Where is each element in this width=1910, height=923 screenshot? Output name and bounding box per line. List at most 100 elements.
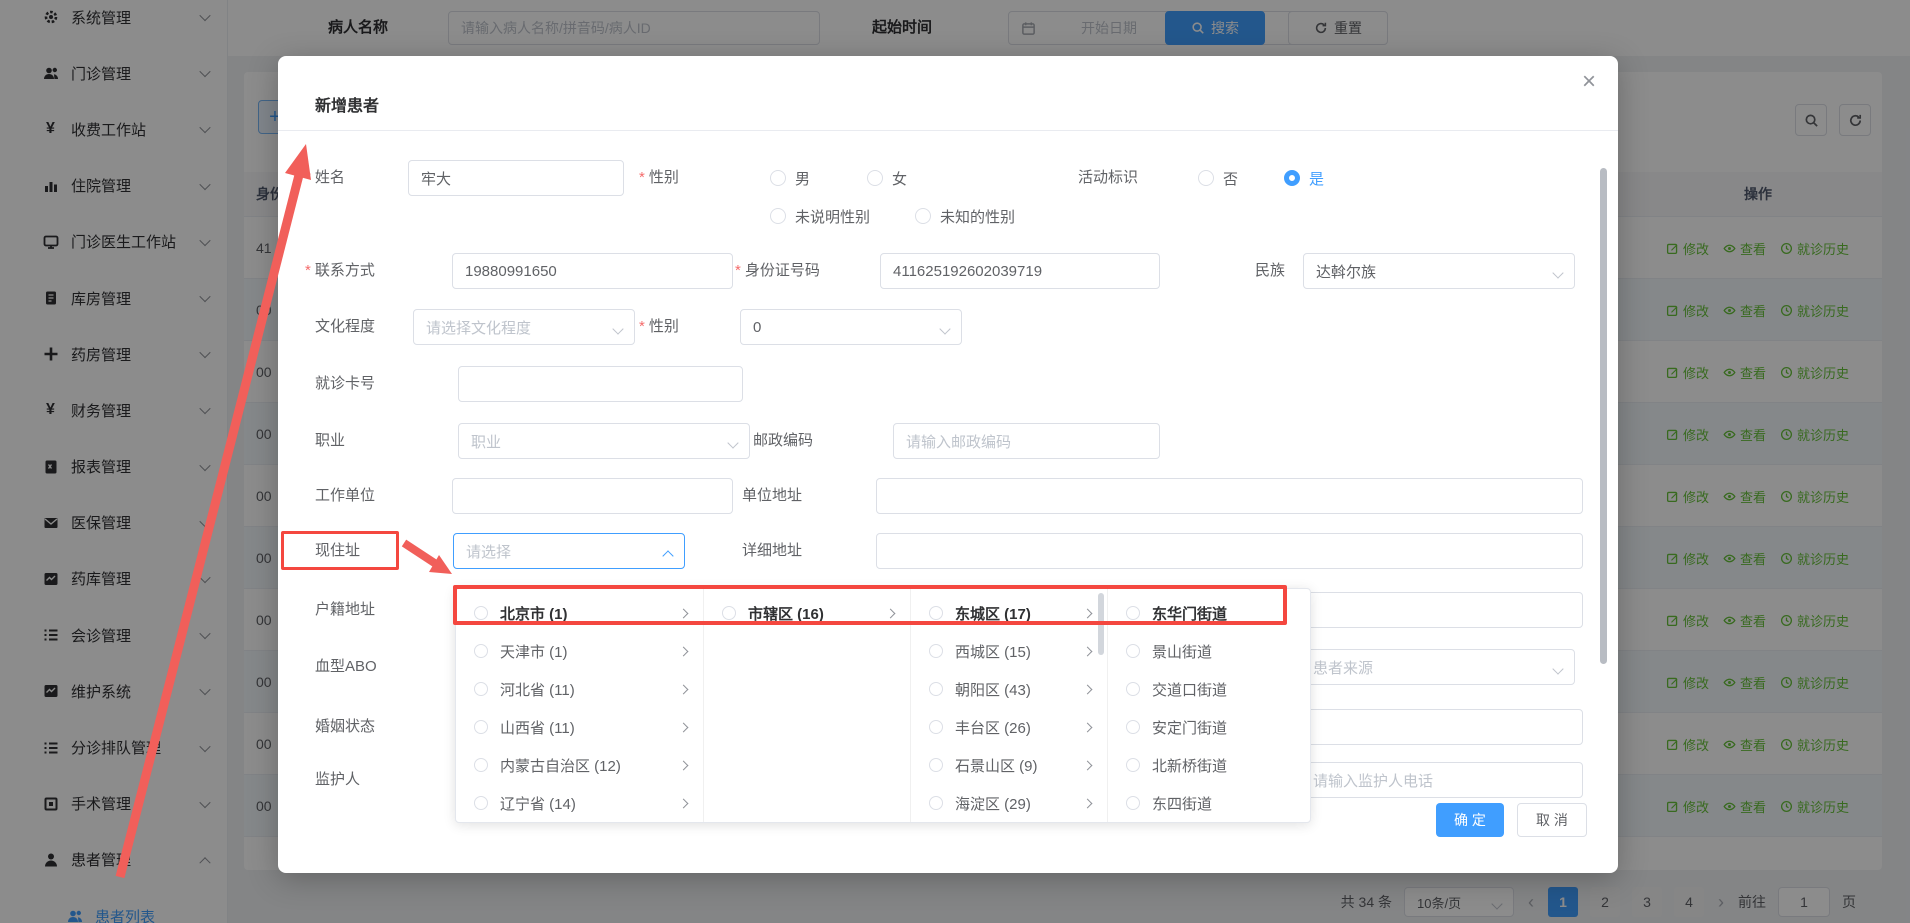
marital-status-label: 婚姻状态 <box>315 709 375 745</box>
radio-icon <box>929 644 943 658</box>
cascader-option[interactable]: 北新桥街道 <box>1108 746 1311 784</box>
gender-unknown-radio[interactable]: 未知的性别 <box>915 198 1015 234</box>
work-unit-label: 工作单位 <box>315 478 375 514</box>
patient-management-screen: 系统管理 门诊管理 ¥ 收费工作站 住院管理 门诊医生工作站 <box>0 0 1910 923</box>
radio-icon <box>1126 644 1140 658</box>
current-address-label: 现住址 <box>315 533 360 569</box>
dialog-scrollbar[interactable] <box>1600 168 1607 664</box>
cascader-option[interactable]: 辽宁省 (14) <box>456 784 703 822</box>
radio-icon <box>867 170 883 186</box>
radio-icon <box>929 606 943 620</box>
radio-icon <box>1126 682 1140 696</box>
cascader-option[interactable]: 山西省 (11) <box>456 708 703 746</box>
patient-source-select[interactable]: 患者来源 <box>1300 649 1575 685</box>
chevron-right-icon <box>1083 761 1093 771</box>
occupation-select[interactable]: 职业 <box>458 423 750 459</box>
cascader-option[interactable]: 景山街道 <box>1108 632 1311 670</box>
chevron-right-icon <box>1083 799 1093 809</box>
household-address-label: 户籍地址 <box>315 592 375 628</box>
occupation-label: 职业 <box>315 423 345 459</box>
radio-icon <box>929 796 943 810</box>
cascader-option[interactable]: 西城区 (15) <box>911 632 1107 670</box>
chevron-down-icon <box>612 323 623 334</box>
dialog-title: 新增患者 <box>315 92 379 116</box>
marital-right-input[interactable] <box>1300 709 1583 745</box>
radio-icon <box>474 758 488 772</box>
radio-icon <box>474 682 488 696</box>
unit-address-input[interactable] <box>876 478 1583 514</box>
divider <box>278 130 1618 131</box>
detail-address-label: 详细地址 <box>742 533 802 569</box>
radio-icon <box>770 170 786 186</box>
radio-icon <box>474 796 488 810</box>
contact-label: *联系方式 <box>305 253 375 289</box>
chevron-right-icon <box>679 761 689 771</box>
radio-icon <box>915 208 931 224</box>
chevron-right-icon <box>679 723 689 733</box>
guardian-phone-input[interactable]: 请输入监护人电话 <box>1300 762 1583 798</box>
id-card-input[interactable]: 411625192602039719 <box>880 253 1160 289</box>
ethnicity-label: 民族 <box>1255 253 1285 289</box>
cascader-option[interactable]: 东城区 (17) <box>911 594 1107 632</box>
card-no-label: 就诊卡号 <box>315 366 375 402</box>
radio-icon <box>1126 606 1140 620</box>
gender-code-label: *性别 <box>639 309 679 345</box>
postcode-input[interactable]: 请输入邮政编码 <box>893 423 1160 459</box>
cascader-city-column: 市辖区 (16) <box>704 589 911 822</box>
cascader-option[interactable]: 朝阳区 (43) <box>911 670 1107 708</box>
education-select[interactable]: 请选择文化程度 <box>413 309 635 345</box>
card-no-input[interactable] <box>458 366 743 402</box>
radio-icon <box>929 682 943 696</box>
cascader-scrollbar[interactable] <box>1098 593 1104 655</box>
cascader-street-column: 东华门街道 景山街道 交道口街道 安定门街道 北新桥街道 东四街道 <box>1108 589 1311 822</box>
gender-label: *性别 <box>639 160 679 196</box>
name-input[interactable]: 牢大 <box>408 160 624 196</box>
gender-unstated-radio[interactable]: 未说明性别 <box>770 198 870 234</box>
confirm-button[interactable]: 确 定 <box>1436 803 1504 837</box>
cascader-district-column: 东城区 (17) 西城区 (15) 朝阳区 (43) 丰台区 (26) 石景山区… <box>911 589 1108 822</box>
cascader-option[interactable]: 海淀区 (29) <box>911 784 1107 822</box>
education-label: 文化程度 <box>315 309 375 345</box>
current-address-cascader[interactable]: 请选择 <box>453 533 685 569</box>
cancel-button[interactable]: 取 消 <box>1517 803 1587 837</box>
chevron-up-icon <box>662 550 673 561</box>
active-yes-radio[interactable]: 是 <box>1284 160 1324 196</box>
cascader-option[interactable]: 安定门街道 <box>1108 708 1311 746</box>
radio-icon <box>474 606 488 620</box>
radio-icon <box>1198 170 1214 186</box>
radio-icon <box>474 644 488 658</box>
radio-icon <box>1126 758 1140 772</box>
postcode-label: 邮政编码 <box>753 423 813 459</box>
cascader-option[interactable]: 交道口街道 <box>1108 670 1311 708</box>
radio-icon <box>770 208 786 224</box>
chevron-right-icon <box>1083 609 1093 619</box>
chevron-down-icon <box>1552 267 1563 278</box>
cascader-option[interactable]: 石景山区 (9) <box>911 746 1107 784</box>
close-icon[interactable]: × <box>1582 70 1596 94</box>
cascader-option[interactable]: 丰台区 (26) <box>911 708 1107 746</box>
cascader-option[interactable]: 东四街道 <box>1108 784 1311 822</box>
radio-icon <box>929 758 943 772</box>
blood-type-label: 血型ABO <box>315 649 377 685</box>
contact-input[interactable]: 19880991650 <box>452 253 733 289</box>
guardian-label: 监护人 <box>315 762 360 798</box>
gender-female-radio[interactable]: 女 <box>867 160 907 196</box>
work-unit-input[interactable] <box>452 478 733 514</box>
cascader-option[interactable]: 天津市 (1) <box>456 632 703 670</box>
cascader-option[interactable]: 市辖区 (16) <box>704 594 910 632</box>
ethnicity-select[interactable]: 达斡尔族 <box>1303 253 1575 289</box>
detail-address-input[interactable] <box>876 533 1583 569</box>
cascader-option[interactable]: 河北省 (11) <box>456 670 703 708</box>
cascader-option[interactable]: 北京市 (1) <box>456 594 703 632</box>
radio-icon <box>722 606 736 620</box>
gender-male-radio[interactable]: 男 <box>770 160 810 196</box>
chevron-down-icon <box>939 323 950 334</box>
cascader-option[interactable]: 东华门街道 <box>1108 594 1311 632</box>
chevron-right-icon <box>679 609 689 619</box>
radio-icon <box>1126 796 1140 810</box>
cascader-option[interactable]: 内蒙古自治区 (12) <box>456 746 703 784</box>
unit-address-label: 单位地址 <box>742 478 802 514</box>
gender-code-select[interactable]: 0 <box>740 309 962 345</box>
chevron-right-icon <box>1083 685 1093 695</box>
active-no-radio[interactable]: 否 <box>1198 160 1238 196</box>
